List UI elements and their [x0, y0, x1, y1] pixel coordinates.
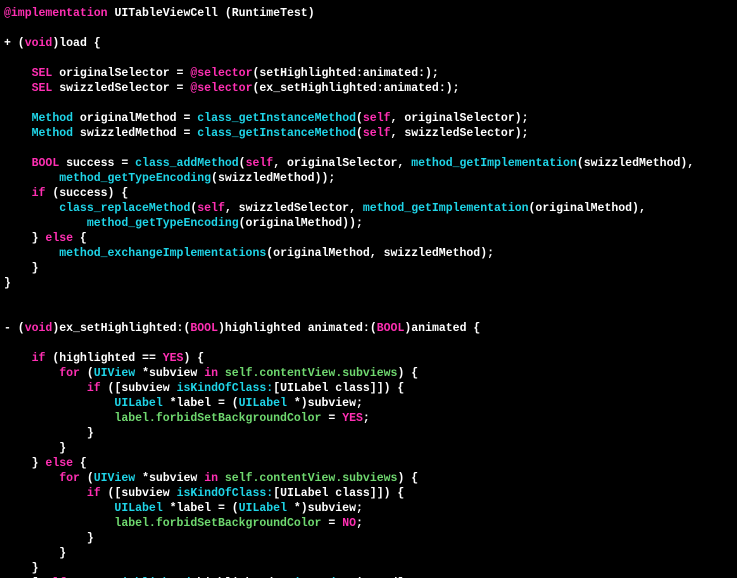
class-name: UITableViewCell — [114, 7, 218, 20]
const-no: NO — [342, 517, 356, 530]
kw-for: for — [59, 367, 80, 380]
code-block: @implementation UITableViewCell (Runtime… — [0, 0, 737, 578]
category: (RuntimeTest) — [225, 7, 315, 20]
prop-forbid-bg: label.forbidSetBackgroundColor — [114, 412, 321, 425]
method-load: load — [59, 37, 87, 50]
type-method: Method — [32, 112, 73, 125]
fn-class-replace-method: class_replaceMethod — [59, 202, 190, 215]
kw-implementation: @implementation — [4, 7, 108, 20]
type-uilabel: UILabel — [114, 397, 162, 410]
type-sel: SEL — [32, 67, 53, 80]
type-void: void — [25, 37, 53, 50]
kw-selector: @selector — [190, 67, 252, 80]
fn-method-get-type: method_getTypeEncoding — [59, 172, 211, 185]
kw-else: else — [45, 232, 73, 245]
method-ex-set-highlighted: ex_setHighlighted: — [59, 322, 183, 335]
msg-iskindofclass: isKindOfClass: — [177, 382, 274, 395]
fn-class-add-method: class_addMethod — [135, 157, 239, 170]
type-uiview: UIView — [94, 367, 135, 380]
fn-method-get-impl: method_getImplementation — [411, 157, 577, 170]
prop-contentview-subviews: self.contentView.subviews — [225, 367, 398, 380]
type-bool: BOOL — [32, 157, 60, 170]
kw-if: if — [32, 187, 46, 200]
kw-in: in — [204, 367, 218, 380]
fn-class-get-instance: class_getInstanceMethod — [197, 112, 356, 125]
fn-method-exchange: method_exchangeImplementations — [59, 247, 266, 260]
kw-self: self — [363, 112, 391, 125]
const-yes: YES — [163, 352, 184, 365]
